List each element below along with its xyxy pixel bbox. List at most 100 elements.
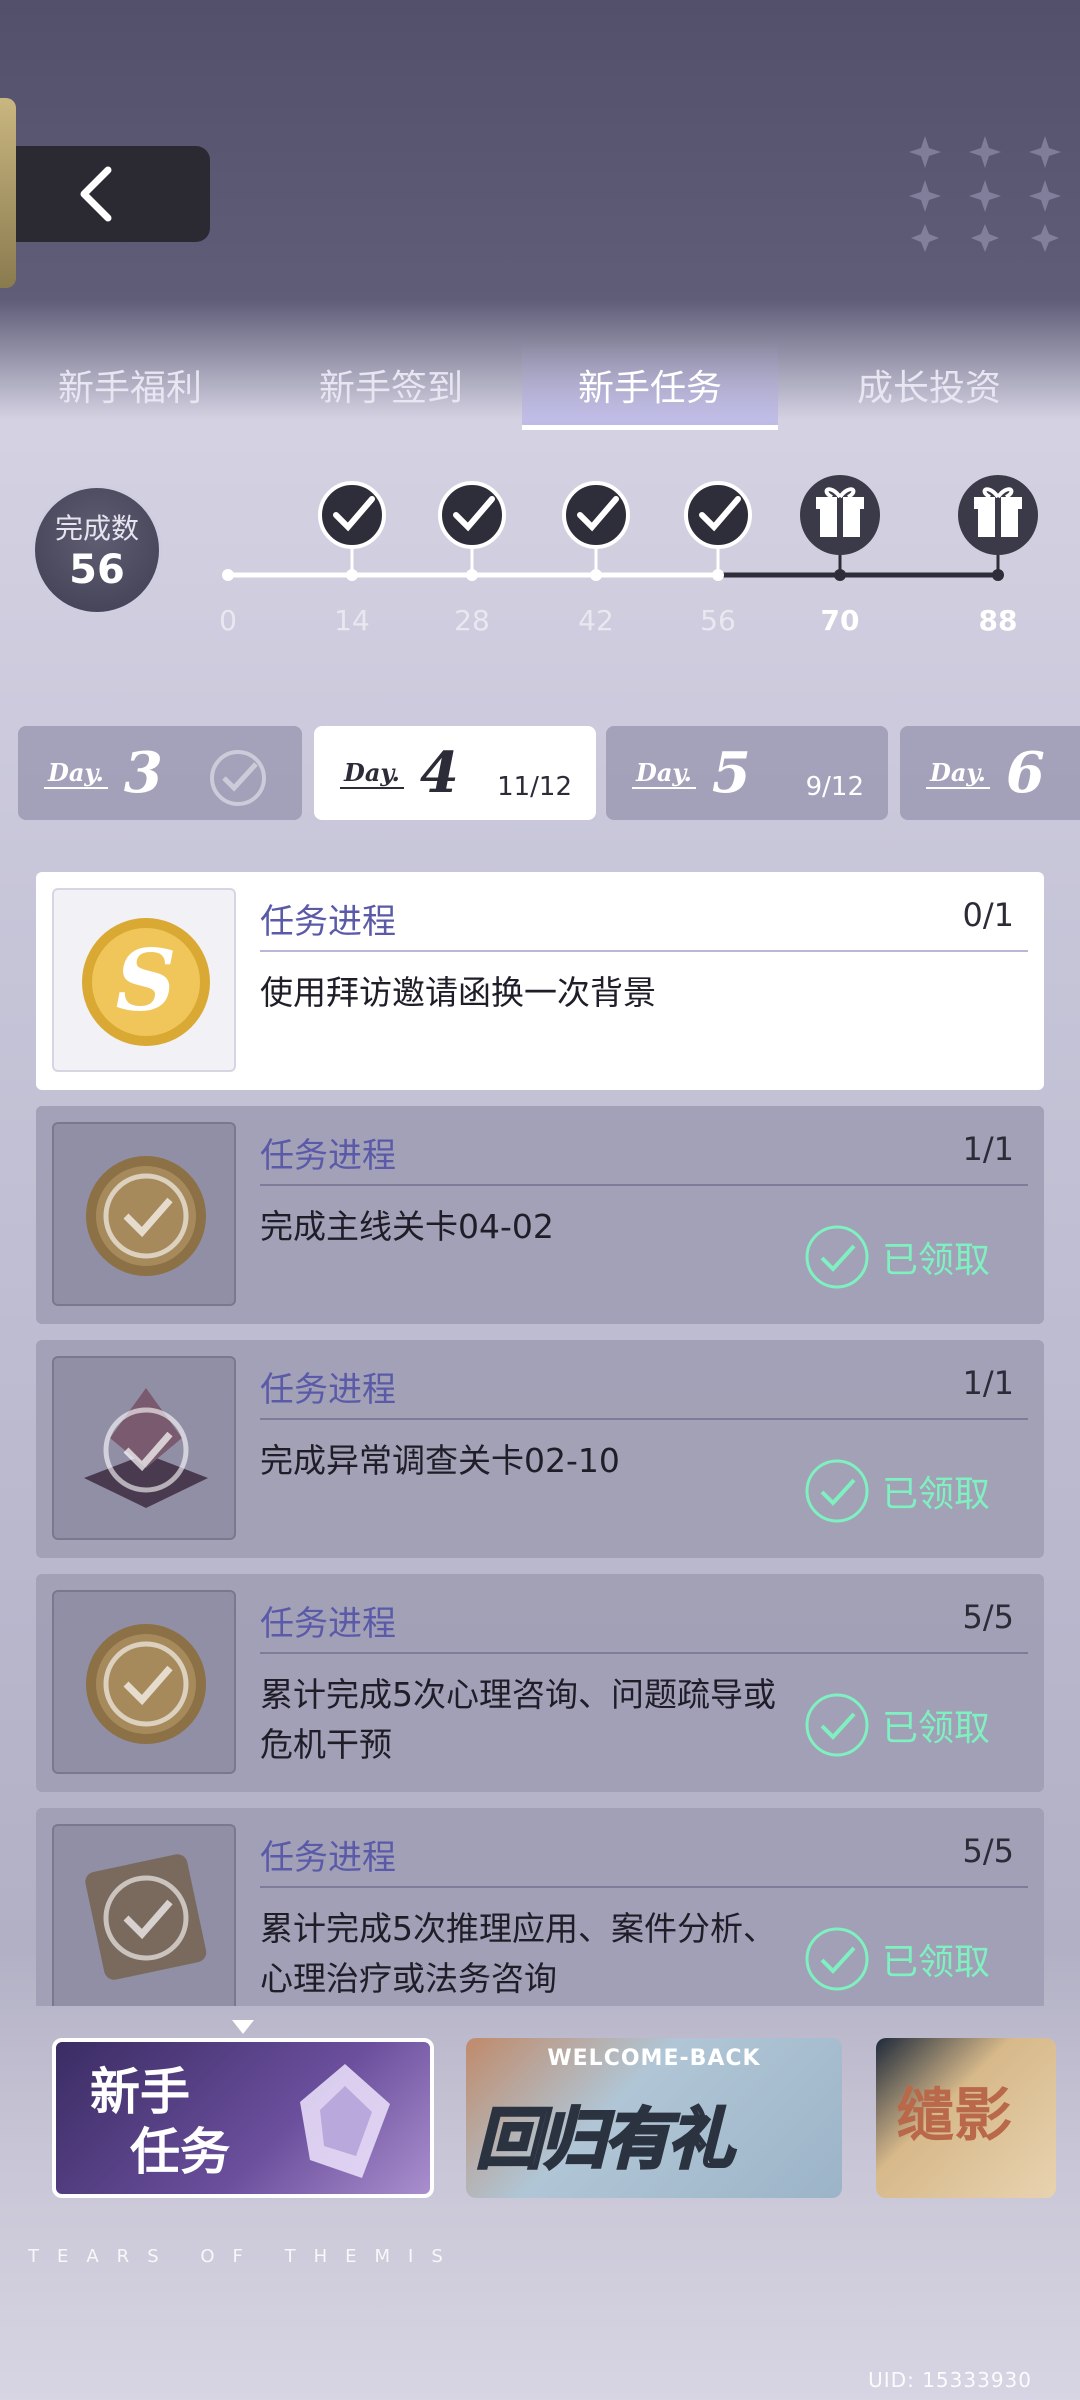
back-button-edge: [0, 98, 16, 288]
milestone-label-42: 42: [578, 604, 614, 637]
claimed-status: 已领取: [804, 1926, 990, 1992]
banner-welcome-back-title: 回归有礼: [475, 2100, 736, 2180]
crystal-icon: [300, 2064, 390, 2178]
banner-third-title: 缱影: [896, 2081, 1013, 2149]
banner-welcome-back-subtitle: WELCOME-BACK: [547, 2046, 761, 2071]
milestone-56-claimed-icon[interactable]: [684, 481, 752, 581]
task-card[interactable]: 任务进程 5/5 累计完成5次推理应用、案件分析、心理治疗或法务咨询 已领取: [36, 1808, 1044, 2006]
check-circle-icon: [805, 1693, 869, 1757]
selected-banner-indicator-icon: [232, 2020, 254, 2034]
day-number: 5: [711, 740, 751, 806]
banner-third[interactable]: 缱影: [876, 2038, 1056, 2198]
task-progress-value: 1/1: [962, 1130, 1015, 1168]
task-progress-label: 任务进程: [260, 902, 396, 942]
day-progress: 9/12: [805, 772, 864, 802]
day-number: 4: [419, 740, 459, 806]
task-card[interactable]: 任务进程 1/1 完成异常调查关卡02-10 已领取: [36, 1340, 1044, 1558]
milestone-70-gift-icon[interactable]: [800, 475, 880, 581]
brand-text: TEARS OF THEMIS: [28, 2246, 461, 2267]
day-number: 6: [1005, 740, 1045, 806]
claimed-status: 已领取: [804, 1692, 990, 1758]
tab-newbie-tasks[interactable]: 新手任务: [522, 340, 778, 430]
milestone-label-0: 0: [219, 604, 237, 637]
completion-count-value: 56: [69, 547, 125, 593]
task-reward-slot[interactable]: [52, 1122, 236, 1306]
claimed-status: 已领取: [804, 1458, 990, 1524]
decorative-stars-icon: [909, 136, 1061, 252]
crystal-item-icon: [84, 1388, 208, 1508]
milestone-label-70: 70: [821, 604, 860, 637]
task-card[interactable]: 任务进程 5/5 累计完成5次心理咨询、问题疏导或危机干预 已领取: [36, 1574, 1044, 1792]
milestone-label-56: 56: [700, 604, 736, 637]
tab-bar: 新手福利 新手签到 新手任务 成长投资: [0, 340, 1080, 430]
claimed-label: 已领取: [881, 1474, 990, 1515]
day-tab-4[interactable]: Day. 4 11/12: [314, 726, 596, 820]
day-number: 3: [123, 740, 163, 806]
claimed-label: 已领取: [881, 1240, 990, 1281]
claimed-label: 已领取: [881, 1708, 990, 1749]
task-card[interactable]: S 任务进程 0/1 使用拜访邀请函换一次背景: [36, 872, 1044, 1090]
claimed-status: 已领取: [804, 1224, 990, 1290]
milestone-progress-track: 0 14 28 42 56 70 88: [219, 475, 1038, 637]
day-tab-5[interactable]: Day. 5 9/12: [606, 726, 888, 820]
uid-text: UID: 15333930: [868, 2368, 1032, 2392]
task-progress-label: 任务进程: [260, 1136, 396, 1176]
task-reward-slot[interactable]: [52, 1824, 236, 2006]
task-divider: [260, 1886, 1028, 1888]
task-divider: [260, 1184, 1028, 1186]
day-word: Day.: [926, 758, 990, 789]
milestone-88-gift-icon[interactable]: [958, 475, 1038, 581]
chevron-left-icon: [80, 166, 112, 222]
task-card[interactable]: 任务进程 1/1 完成主线关卡04-02 已领取: [36, 1106, 1044, 1324]
milestone-label-28: 28: [454, 604, 490, 637]
banner-title-line2: 任务: [130, 2123, 230, 2181]
task-progress-value: 1/1: [962, 1364, 1015, 1402]
task-reward-slot[interactable]: S: [52, 888, 236, 1072]
banner-welcome-back[interactable]: WELCOME-BACK 回归有礼: [466, 2038, 842, 2198]
tab-newbie-welfare[interactable]: 新手福利: [0, 340, 260, 430]
day-word: Day.: [632, 758, 696, 789]
task-progress-label: 任务进程: [260, 1370, 396, 1410]
task-description: 累计完成5次心理咨询、问题疏导或危机干预: [260, 1675, 776, 1764]
claimed-label: 已领取: [881, 1942, 990, 1983]
task-description: 完成异常调查关卡02-10: [260, 1441, 620, 1480]
day-tab-6[interactable]: Day. 6: [900, 726, 1080, 820]
task-divider: [260, 1652, 1028, 1654]
task-progress-value: 5/5: [962, 1832, 1015, 1870]
banner-title-line1: 新手: [90, 2063, 190, 2121]
day-word: Day.: [44, 758, 108, 789]
check-circle-icon: [805, 1225, 869, 1289]
milestone-42-claimed-icon[interactable]: [562, 481, 630, 581]
milestone-label-88: 88: [979, 604, 1018, 637]
box-item-icon: [85, 1854, 207, 1980]
task-description: 完成主线关卡04-02: [260, 1207, 554, 1246]
milestone-14-claimed-icon[interactable]: [318, 481, 386, 581]
task-reward-slot[interactable]: [52, 1356, 236, 1540]
task-progress-label: 任务进程: [260, 1838, 396, 1878]
day-word: Day.: [340, 758, 404, 789]
tab-growth-investment[interactable]: 成长投资: [778, 340, 1080, 430]
task-progress-value: 0/1: [962, 896, 1015, 934]
gold-coin-icon: S: [82, 918, 210, 1046]
day-tab-3[interactable]: Day. 3: [18, 726, 302, 820]
milestone-28-claimed-icon[interactable]: [438, 481, 506, 581]
check-circle-icon: [805, 1927, 869, 1991]
completion-count-label: 完成数: [54, 512, 139, 545]
banner-newbie-tasks-title: 新手 任务: [90, 2062, 230, 2182]
gold-coin-icon: [86, 1624, 206, 1744]
completion-count-badge: 完成数 56: [32, 485, 162, 615]
banner-newbie-tasks[interactable]: 新手 任务: [52, 2038, 434, 2198]
task-divider: [260, 950, 1028, 952]
task-divider: [260, 1418, 1028, 1420]
back-button[interactable]: [0, 98, 210, 288]
day-complete-check-icon: [210, 750, 266, 806]
gold-coin-icon: [86, 1156, 206, 1276]
task-reward-slot[interactable]: [52, 1590, 236, 1774]
milestone-0-dot: [222, 569, 234, 581]
task-description: 使用拜访邀请函换一次背景: [260, 973, 656, 1012]
milestone-label-14: 14: [334, 604, 370, 637]
tab-newbie-signin[interactable]: 新手签到: [260, 340, 522, 430]
task-progress-label: 任务进程: [260, 1604, 396, 1644]
svg-text:S: S: [116, 931, 177, 1030]
check-circle-icon: [805, 1459, 869, 1523]
